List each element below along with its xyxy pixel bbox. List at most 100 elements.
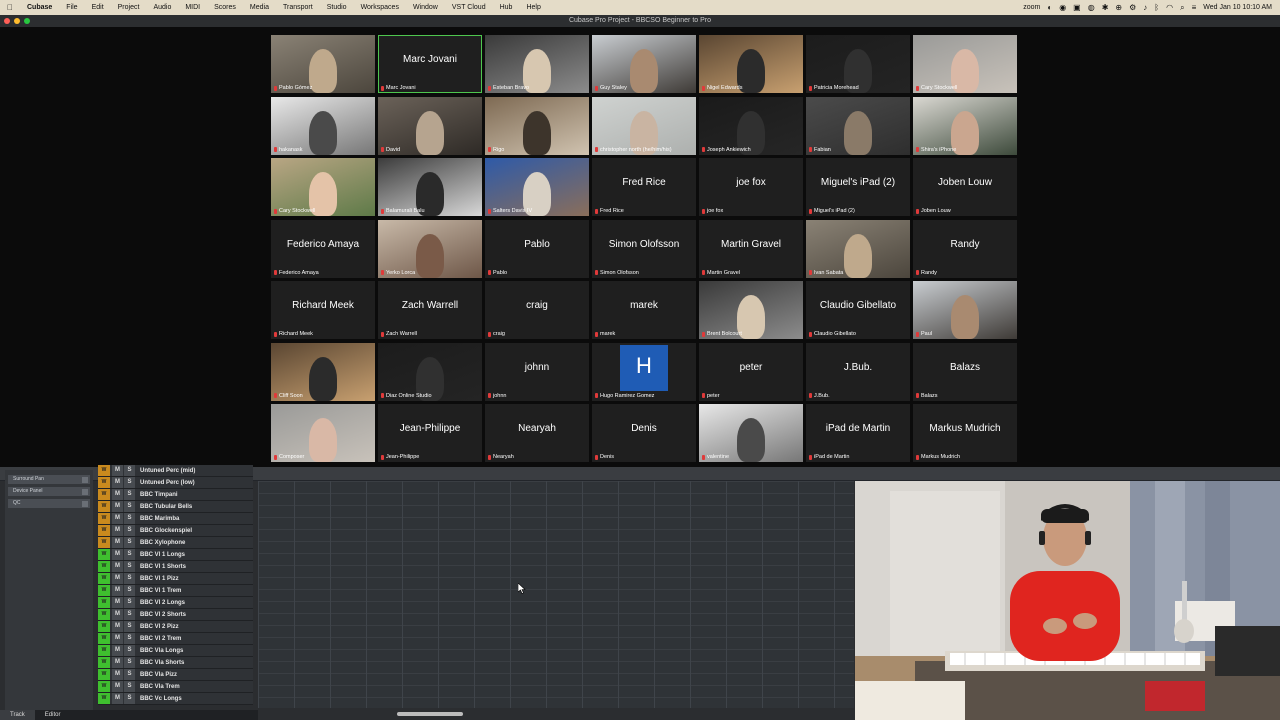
- mute-button[interactable]: M: [112, 465, 123, 476]
- participant-tile[interactable]: Federico Amaya Federico Amaya: [271, 219, 375, 278]
- menu-item[interactable]: Scores: [207, 4, 243, 11]
- track-name[interactable]: BBC Glockenspiel: [136, 528, 192, 534]
- solo-button[interactable]: S: [124, 549, 135, 560]
- volume-icon[interactable]: ♪: [1143, 3, 1147, 12]
- track-row[interactable]: W M S BBC Vla Longs: [98, 645, 253, 657]
- minimize-window-button[interactable]: [14, 18, 20, 24]
- track-row[interactable]: W M S BBC Vl 1 Pizz: [98, 573, 253, 585]
- participant-tile[interactable]: joe fox joe fox: [699, 158, 803, 216]
- track-name[interactable]: Untuned Perc (low): [136, 480, 195, 486]
- menu-app-name[interactable]: Cubase: [20, 4, 59, 11]
- inspector-section[interactable]: QC: [8, 499, 90, 508]
- section-toggle-icon[interactable]: [82, 500, 88, 507]
- solo-button[interactable]: S: [124, 693, 135, 704]
- track-row[interactable]: W M S BBC Vl 2 Longs: [98, 597, 253, 609]
- participant-tile[interactable]: Cary Stockwell: [913, 35, 1017, 93]
- solo-button[interactable]: S: [124, 513, 135, 524]
- mute-button[interactable]: M: [112, 681, 123, 692]
- control-center-icon[interactable]: ≡: [1192, 3, 1197, 12]
- close-window-button[interactable]: [4, 18, 10, 24]
- menu-item[interactable]: Hub: [493, 4, 520, 11]
- track-name[interactable]: BBC Vc Longs: [136, 696, 182, 702]
- track-row[interactable]: W M S BBC Marimba: [98, 513, 253, 525]
- solo-button[interactable]: S: [124, 561, 135, 572]
- track-name[interactable]: BBC Vla Shorts: [136, 660, 184, 666]
- participant-tile[interactable]: Composer: [271, 404, 375, 462]
- mute-button[interactable]: M: [112, 621, 123, 632]
- track-row[interactable]: W M S BBC Vl 2 Trem: [98, 633, 253, 645]
- zoom-window-button[interactable]: [24, 18, 30, 24]
- track-name[interactable]: BBC Vl 2 Pizz: [136, 624, 179, 630]
- solo-button[interactable]: S: [124, 465, 135, 476]
- participant-tile[interactable]: Diaz Online Studio: [378, 342, 482, 401]
- participant-tile[interactable]: Pablo Pablo: [485, 219, 589, 278]
- participant-tile[interactable]: Salters Davis IV: [485, 158, 589, 216]
- track-row[interactable]: W M S BBC Timpani: [98, 489, 253, 501]
- participant-tile[interactable]: johnn johnn: [485, 342, 589, 401]
- status-icon[interactable]: ⊕: [1115, 3, 1122, 12]
- participant-tile[interactable]: Ivan Sabata: [806, 219, 910, 278]
- search-icon[interactable]: ⌕: [1180, 3, 1184, 13]
- track-row[interactable]: W M S BBC Vc Longs: [98, 693, 253, 705]
- menu-item[interactable]: VST Cloud: [445, 4, 493, 11]
- mute-button[interactable]: M: [112, 573, 123, 584]
- track-row[interactable]: W M S BBC Vl 2 Pizz: [98, 621, 253, 633]
- track-name[interactable]: BBC Vl 2 Longs: [136, 600, 185, 606]
- track-name[interactable]: BBC Timpani: [136, 492, 178, 498]
- menu-item[interactable]: Edit: [85, 4, 111, 11]
- track-name[interactable]: BBC Vl 2 Trem: [136, 636, 181, 642]
- track-row[interactable]: W M S Untuned Perc (low): [98, 477, 253, 489]
- participant-tile[interactable]: hakanask: [271, 96, 375, 155]
- participant-tile[interactable]: Yerko Lorca: [378, 219, 482, 278]
- participant-tile[interactable]: Shira's iPhone: [913, 96, 1017, 155]
- participant-tile[interactable]: Nigel Edwards: [699, 35, 803, 93]
- wifi-icon[interactable]: ◠: [1166, 3, 1173, 12]
- track-name[interactable]: BBC Vl 1 Pizz: [136, 576, 179, 582]
- participant-tile[interactable]: H Hugo Ramirez Gomez: [592, 342, 696, 401]
- menu-item[interactable]: Window: [406, 4, 445, 11]
- menu-item[interactable]: File: [59, 4, 84, 11]
- mute-button[interactable]: M: [112, 501, 123, 512]
- solo-button[interactable]: S: [124, 597, 135, 608]
- track-row[interactable]: W M S Untuned Perc (mid): [98, 465, 253, 477]
- mute-button[interactable]: M: [112, 669, 123, 680]
- participant-tile[interactable]: iPad de Martin iPad de Martin: [806, 404, 910, 462]
- participant-tile[interactable]: Joseph Ankiewich: [699, 96, 803, 155]
- section-toggle-icon[interactable]: [82, 488, 88, 495]
- solo-button[interactable]: S: [124, 537, 135, 548]
- menu-item[interactable]: Help: [519, 4, 547, 11]
- participant-tile[interactable]: Martin Gravel Martin Gravel: [699, 219, 803, 278]
- participant-tile[interactable]: Balamurali Balu: [378, 158, 482, 216]
- participant-tile[interactable]: Paul: [913, 281, 1017, 339]
- participant-tile[interactable]: Richard Meek Richard Meek: [271, 281, 375, 339]
- mute-button[interactable]: M: [112, 489, 123, 500]
- inspector-section[interactable]: Device Panel: [8, 487, 90, 496]
- mute-button[interactable]: M: [112, 609, 123, 620]
- mute-button[interactable]: M: [112, 633, 123, 644]
- solo-button[interactable]: S: [124, 657, 135, 668]
- participant-tile[interactable]: marek marek: [592, 281, 696, 339]
- menu-item[interactable]: Studio: [320, 4, 354, 11]
- mute-button[interactable]: M: [112, 513, 123, 524]
- menu-item[interactable]: Audio: [146, 4, 178, 11]
- solo-button[interactable]: S: [124, 669, 135, 680]
- apple-icon[interactable]: : [0, 3, 20, 12]
- solo-button[interactable]: S: [124, 633, 135, 644]
- solo-button[interactable]: S: [124, 585, 135, 596]
- participant-tile[interactable]: Patricia Morehead: [806, 35, 910, 93]
- track-name[interactable]: BBC Vl 1 Trem: [136, 588, 181, 594]
- participant-tile[interactable]: Jean-Philippe Jean-Philippe: [378, 404, 482, 462]
- participant-tile[interactable]: Cliff Soon: [271, 342, 375, 401]
- track-row[interactable]: W M S BBC Vla Shorts: [98, 657, 253, 669]
- solo-button[interactable]: S: [124, 609, 135, 620]
- track-name[interactable]: BBC Vla Longs: [136, 648, 183, 654]
- solo-button[interactable]: S: [124, 573, 135, 584]
- solo-button[interactable]: S: [124, 645, 135, 656]
- participant-tile[interactable]: Miguel's iPad (2) Miguel's iPad (2): [806, 158, 910, 216]
- track-row[interactable]: W M S BBC Vl 1 Trem: [98, 585, 253, 597]
- track-row[interactable]: W M S BBC Vl 2 Shorts: [98, 609, 253, 621]
- menu-item[interactable]: Workspaces: [354, 4, 406, 11]
- participant-tile[interactable]: Brent Bolcourt: [699, 281, 803, 339]
- lower-zone-tab[interactable]: Editor: [35, 710, 71, 720]
- mute-button[interactable]: M: [112, 693, 123, 704]
